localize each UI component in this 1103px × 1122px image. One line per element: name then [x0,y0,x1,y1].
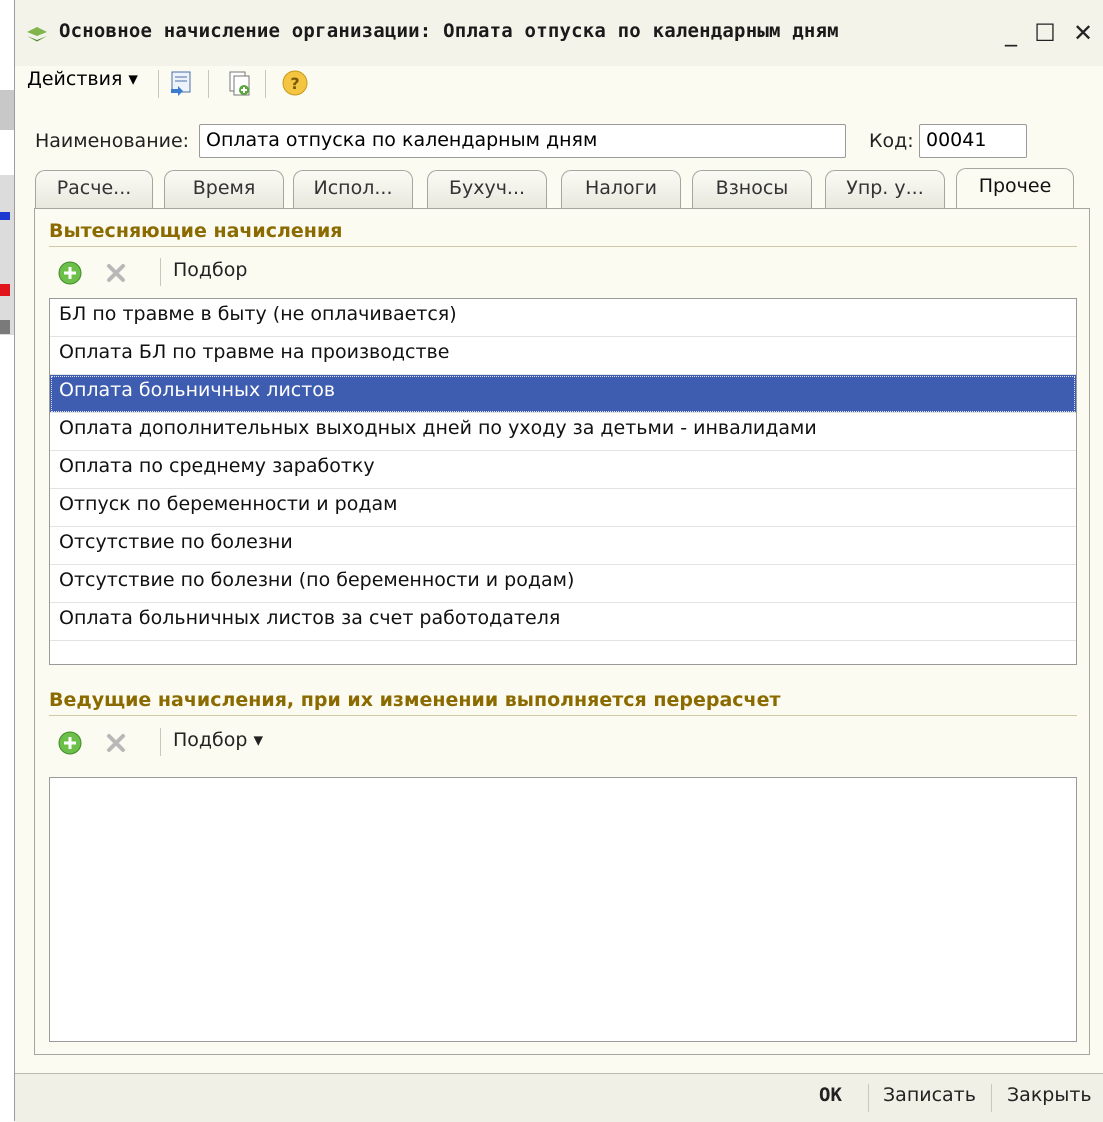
svg-text:?: ? [290,74,299,93]
list-item[interactable]: БЛ по травме в быту (не оплачивается) [50,299,1076,337]
add-icon[interactable] [55,728,85,758]
pick-dropdown-button[interactable]: Подбор ▾ [173,729,263,751]
background-shape [0,212,10,220]
list-item[interactable]: Отсутствие по болезни [50,527,1076,565]
pick-button[interactable]: Подбор [173,259,247,281]
delete-icon[interactable] [101,728,131,758]
displacing-group-title: Вытесняющие начисления [49,220,343,242]
close-button[interactable]: Закрыть [1007,1084,1092,1106]
leading-list[interactable] [49,777,1077,1042]
ok-button[interactable]: OK [819,1084,842,1106]
tab-other[interactable]: Прочее [956,168,1074,208]
footer-separator [991,1084,992,1112]
main-toolbar: Действия ▾ ? [15,66,1103,104]
minimize-button[interactable]: _ [996,18,1026,48]
tab-accounting[interactable]: Бухуч... [427,170,547,208]
copy-to-list-icon[interactable] [165,66,199,100]
name-field[interactable]: Оплата отпуска по календарным дням [199,124,846,158]
tab-usage[interactable]: Испол... [293,170,413,208]
list-item[interactable]: Оплата больничных листов за счет работод… [50,603,1076,641]
delete-icon[interactable] [101,258,131,288]
background-shape [0,175,14,335]
background-shape [0,284,10,296]
list-item-selected[interactable]: Оплата больничных листов [50,375,1076,413]
list-item[interactable]: Отсутствие по болезни (по беременности и… [50,565,1076,603]
help-icon[interactable]: ? [278,66,312,100]
toolbar-separator [265,70,266,98]
toolbar-separator [208,70,209,98]
tab-calculation[interactable]: Расче... [35,170,153,208]
background-shape [0,320,10,334]
group-divider [49,715,1077,716]
leading-group-title: Ведущие начисления, при их изменении вып… [49,689,781,711]
close-window-button[interactable]: ✕ [1068,18,1098,48]
actions-menu-button[interactable]: Действия ▾ [27,68,138,90]
tab-taxes[interactable]: Налоги [561,170,681,208]
list-item[interactable]: Оплата БЛ по травме на производстве [50,337,1076,375]
list-item[interactable]: Оплата по среднему заработку [50,451,1076,489]
toolbar-separator [160,258,161,286]
toolbar-separator [158,70,159,98]
list-item[interactable]: Отпуск по беременности и родам [50,489,1076,527]
background-shape [0,90,14,130]
toolbar-separator [160,728,161,756]
new-copy-icon[interactable] [222,66,256,100]
maximize-button[interactable]: ☐ [1030,18,1060,48]
list-item[interactable]: Оплата дополнительных выходных дней по у… [50,413,1076,451]
name-label: Наименование: [35,130,190,152]
tab-contributions[interactable]: Взносы [692,170,812,208]
accrual-form-window: Основное начисление организации: Оплата … [14,0,1103,1122]
tab-time[interactable]: Время [164,170,284,208]
app-logo-icon [27,27,47,42]
add-icon[interactable] [55,258,85,288]
footer-separator [868,1084,869,1112]
save-button[interactable]: Записать [883,1084,976,1106]
title-bar[interactable]: Основное начисление организации: Оплата … [15,0,1103,66]
code-field[interactable]: 00041 [919,124,1027,158]
group-divider [49,246,1077,247]
footer-bar: OK Записать Закрыть [15,1073,1103,1122]
tab-management[interactable]: Упр. у... [825,170,945,208]
window-title: Основное начисление организации: Оплата … [59,20,839,42]
displacing-list: БЛ по травме в быту (не оплачивается) Оп… [49,298,1077,665]
code-label: Код: [869,130,914,152]
